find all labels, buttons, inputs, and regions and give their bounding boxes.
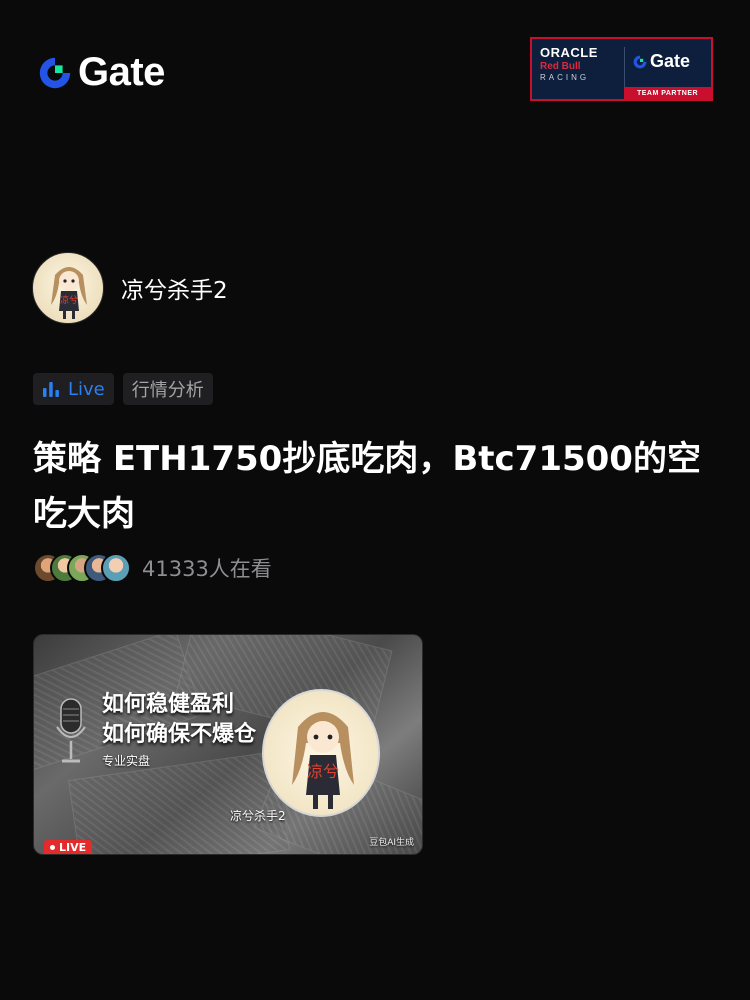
host-avatar[interactable]: 凉兮	[32, 252, 104, 324]
stream-thumbnail[interactable]: 如何稳健盈利 如何确保不爆仓 专业实盘 凉兮 凉兮杀手2 豆包AI生成 LIVE	[33, 634, 423, 855]
ai-generated-note: 豆包AI生成	[369, 838, 414, 848]
anime-girl-icon: 凉兮	[292, 712, 354, 809]
gate-logo[interactable]: Gate	[36, 50, 165, 95]
viewer-row: 41333人在看	[33, 553, 272, 583]
host-portrait: 凉兮	[262, 689, 380, 817]
anime-girl-icon: 凉兮	[51, 267, 87, 319]
stream-title: 策略 ETH1750抄底吃肉，Btc71500的空吃大肉	[33, 439, 701, 534]
viewer-count: 41333人在看	[142, 557, 272, 581]
live-badge: LIVE	[44, 840, 93, 854]
gate-logo-icon	[633, 55, 647, 68]
live-dot-icon	[50, 844, 55, 850]
headline-line-2: 如何确保不爆仓	[102, 722, 257, 747]
bar-chart-icon	[43, 382, 59, 397]
redbull-racing-logo: ORACLE Red Bull RACING	[540, 45, 620, 85]
category-tag[interactable]: 行情分析	[122, 373, 213, 405]
avatar-badge-text: 凉兮	[60, 294, 78, 306]
host-info[interactable]: 凉兮 凉兮杀手2	[32, 252, 228, 324]
team-partner-badge: ORACLE Red Bull RACING Gate TEAM PARTNER	[530, 37, 713, 101]
gate-logo-icon	[39, 57, 71, 88]
live-room-page: Gate ORACLE Red Bull RACING Gate TEAM PA…	[0, 0, 750, 1000]
category-tag-label: 行情分析	[131, 380, 204, 401]
live-badge-label: LIVE	[59, 840, 87, 854]
thumbnail-host-name: 凉兮杀手2	[230, 809, 286, 823]
logo-text: Gate	[78, 50, 165, 94]
thumbnail-headline: 如何稳健盈利 如何确保不爆仓	[102, 690, 256, 750]
partner-divider	[624, 47, 625, 87]
team-partner-strip: TEAM PARTNER	[624, 87, 711, 99]
oracle-label: ORACLE	[540, 45, 598, 60]
host-name[interactable]: 凉兮杀手2	[121, 271, 228, 305]
thumbnail-subtitle: 专业实盘	[102, 754, 151, 768]
viewer-avatars	[33, 553, 131, 583]
live-tag-label: Live	[68, 378, 105, 400]
tag-row: Live 行情分析	[33, 373, 213, 405]
viewer-avatar	[101, 553, 131, 583]
microphone-icon	[56, 698, 86, 763]
racing-label: RACING	[540, 73, 590, 82]
redbull-label: Red Bull	[540, 61, 581, 72]
headline-line-1: 如何稳健盈利	[102, 692, 235, 717]
partner-gate-logo: Gate	[632, 51, 690, 72]
live-tag: Live	[33, 373, 114, 405]
portrait-badge-text: 凉兮	[307, 762, 339, 781]
partner-gate-text: Gate	[650, 51, 691, 71]
